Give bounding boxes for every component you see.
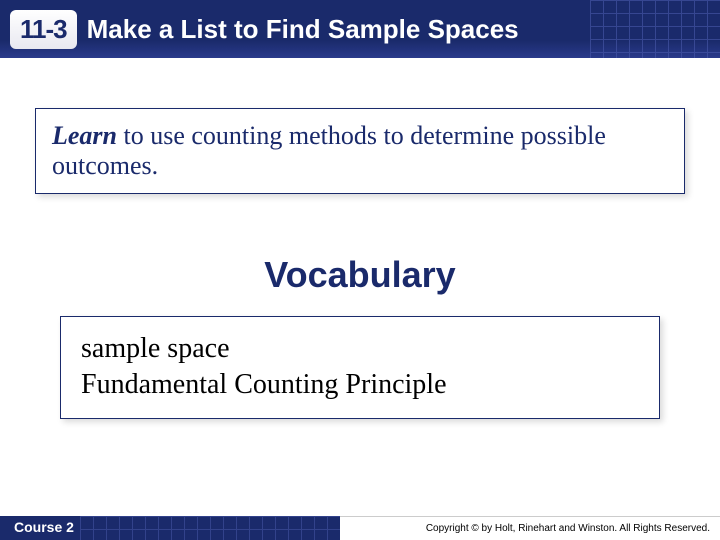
vocabulary-box: sample space Fundamental Counting Princi…: [60, 316, 660, 419]
vocabulary-heading: Vocabulary: [35, 254, 685, 296]
learn-objective-box: Learn to use counting methods to determi…: [35, 108, 685, 194]
lesson-number-badge: 11-3: [10, 10, 77, 49]
course-label: Course 2: [14, 519, 74, 535]
page-title: Make a List to Find Sample Spaces: [87, 14, 519, 45]
content-area: Learn to use counting methods to determi…: [0, 58, 720, 419]
header-bar: 11-3 Make a List to Find Sample Spaces: [0, 0, 720, 58]
vocab-item: Fundamental Counting Principle: [81, 367, 639, 403]
footer-copyright: Copyright © by Holt, Rinehart and Winsto…: [340, 516, 720, 540]
footer: Course 2 Copyright © by Holt, Rinehart a…: [0, 516, 720, 540]
footer-grid-decoration: [80, 516, 340, 540]
header-grid-decoration: [590, 0, 720, 58]
learn-text: to use counting methods to determine pos…: [52, 121, 606, 180]
footer-left: Course 2: [0, 516, 340, 540]
vocab-item: sample space: [81, 331, 639, 367]
learn-label: Learn: [52, 121, 117, 150]
